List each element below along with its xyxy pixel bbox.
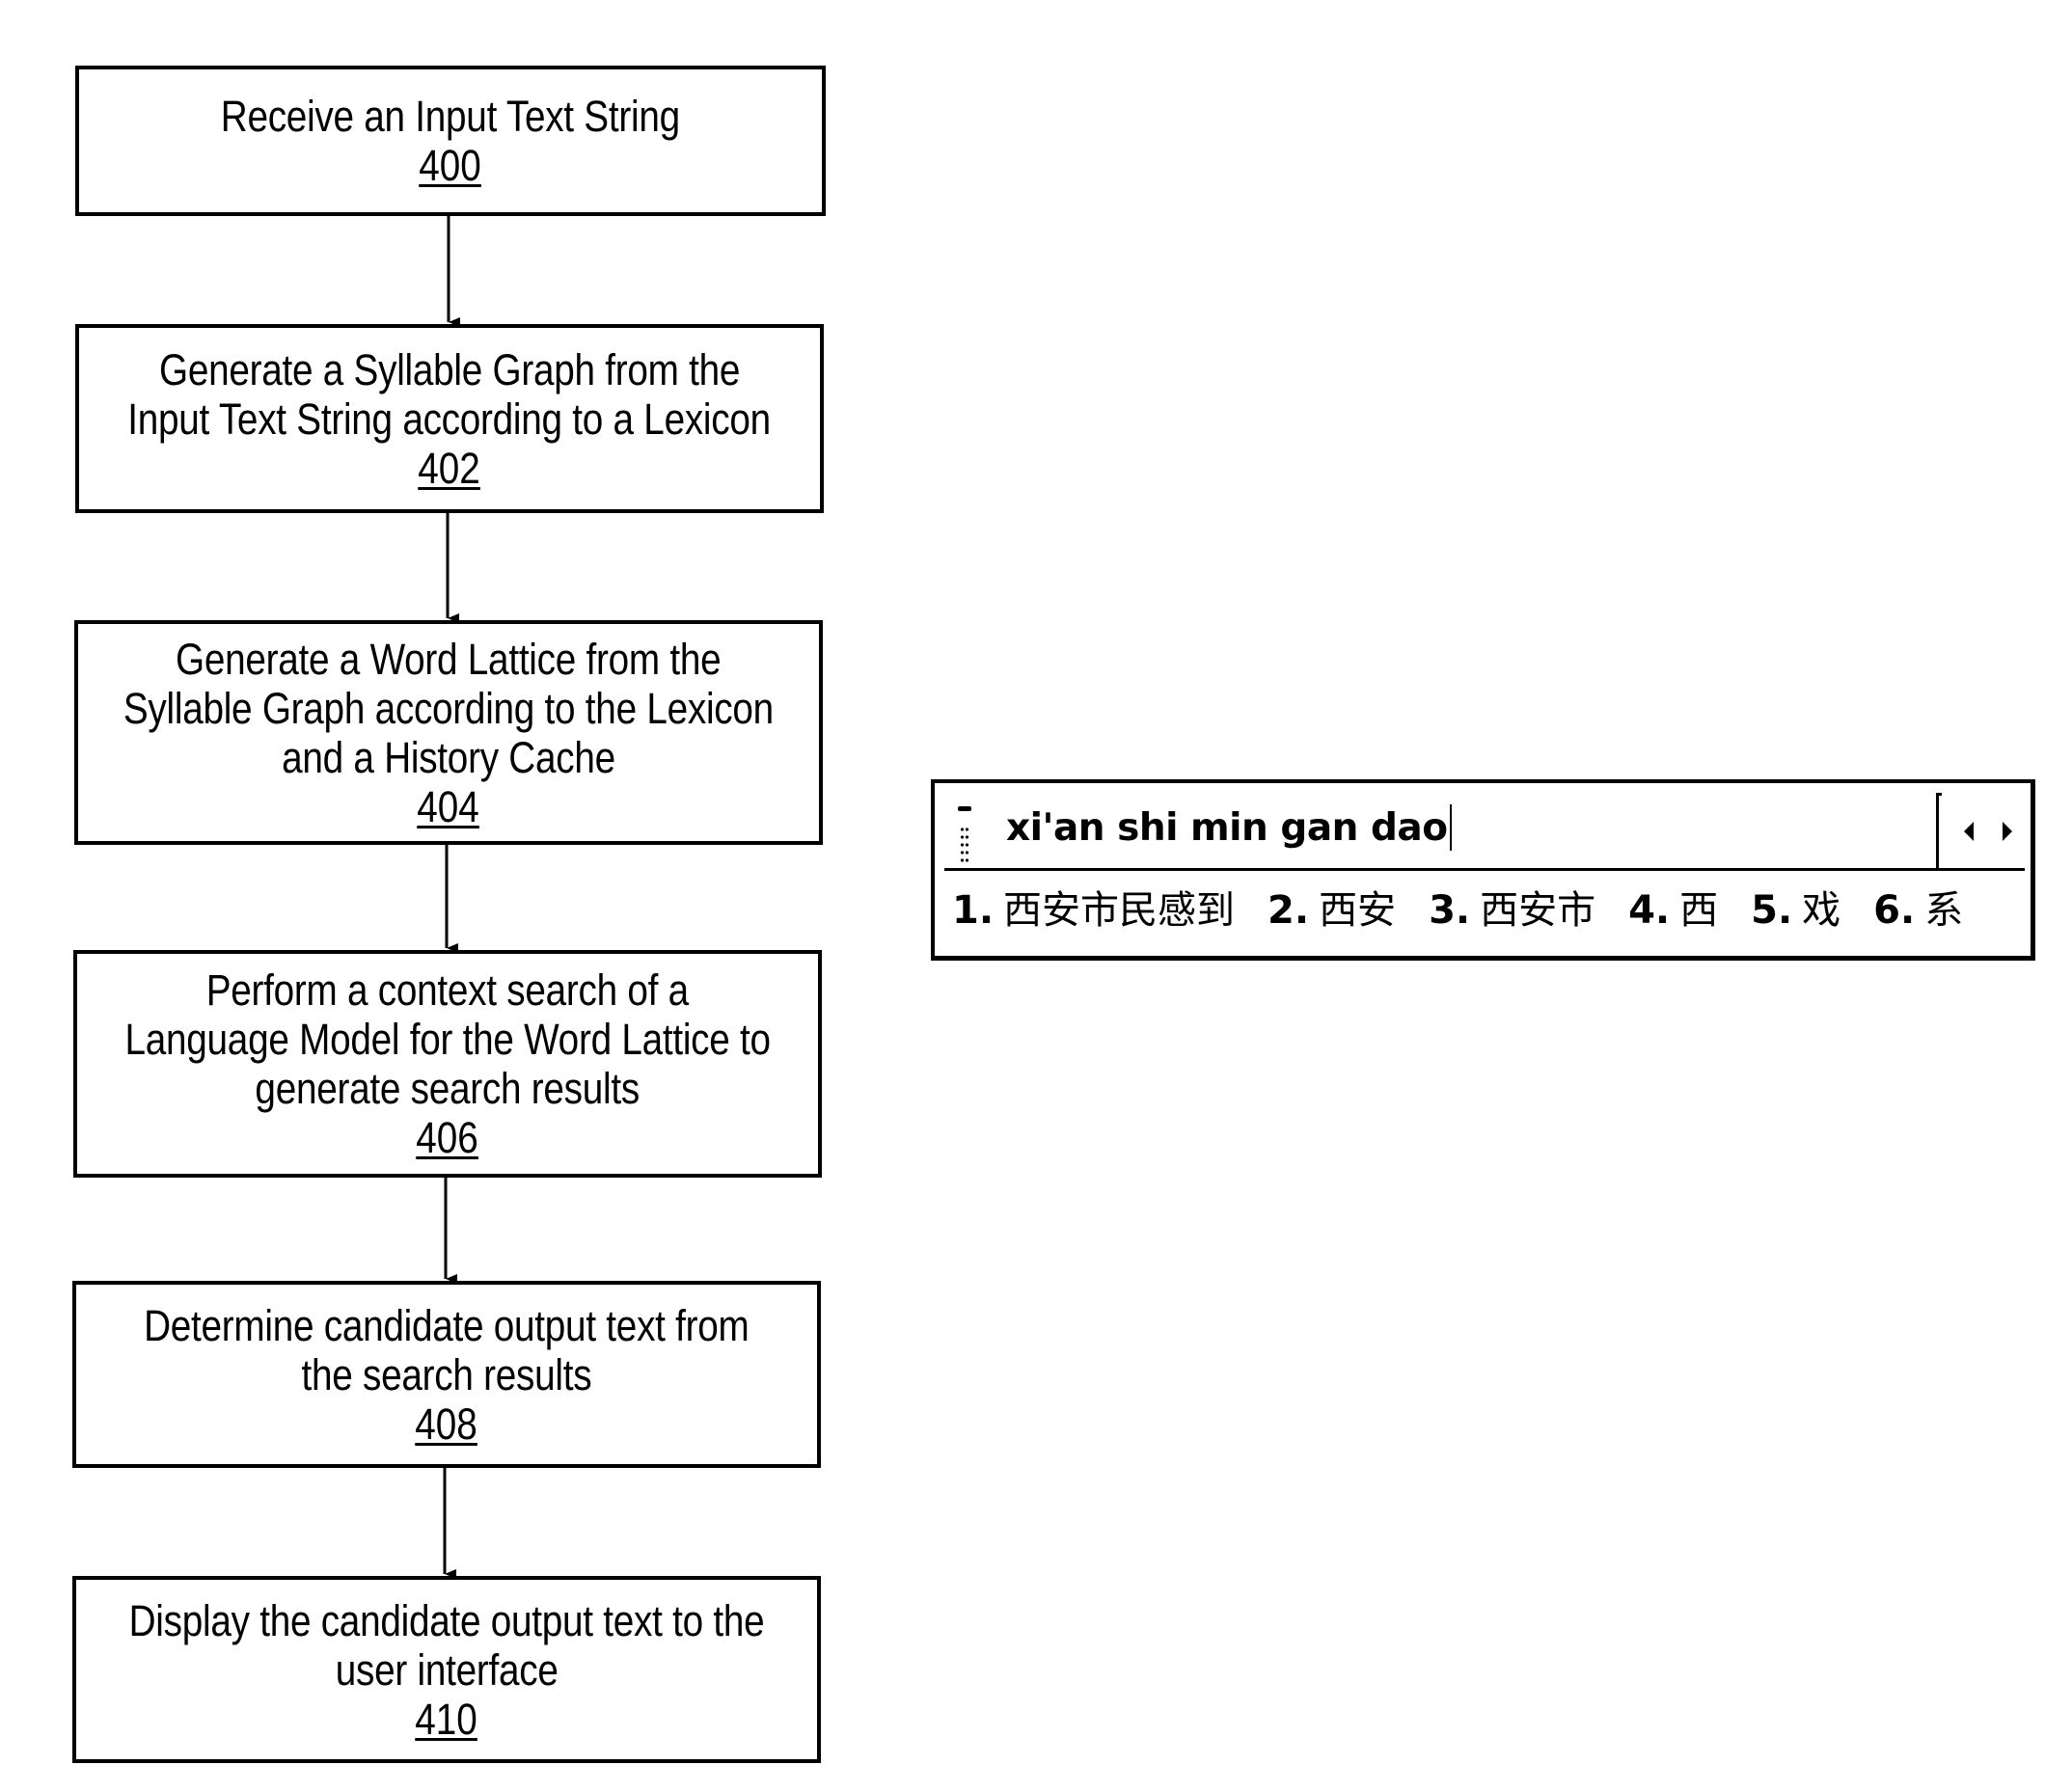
step-reference-number: 402 (418, 443, 481, 493)
step-label-line: Syllable Graph according to the Lexicon (123, 683, 775, 733)
triangle-right-icon[interactable] (2003, 822, 2012, 841)
triangle-left-icon[interactable] (1964, 822, 1974, 841)
step-label-line: the search results (301, 1349, 592, 1399)
candidate-text: 西安市 (1480, 888, 1596, 933)
candidate-number: 5. (1751, 888, 1793, 933)
step-label-line: Determine candidate output text from (144, 1300, 750, 1350)
divider (944, 868, 2025, 871)
step-label-line: Perform a context search of a (205, 965, 690, 1015)
candidate-number: 2. (1268, 888, 1310, 933)
candidate-item[interactable]: 2. 西安 (1268, 885, 1396, 936)
step-reference-number: 410 (415, 1694, 478, 1744)
step-box-410: Display the candidate output text to the… (72, 1576, 821, 1763)
candidate-text: 戏 (1802, 888, 1841, 933)
composition-input[interactable]: xi'an shi min gan dao (1006, 804, 1452, 853)
step-reference-number: 406 (416, 1113, 479, 1162)
candidate-item[interactable]: 1. 西安市民感到 (952, 885, 1235, 936)
step-label-line: Language Model for the Word Lattice to (124, 1015, 771, 1064)
drag-grip-icon[interactable] (958, 806, 971, 866)
grip-bar (958, 806, 971, 811)
candidate-item[interactable]: 6. 系 (1873, 885, 1963, 936)
step-box-402: Generate a Syllable Graph from the Input … (75, 324, 824, 513)
step-box-406: Perform a context search of a Language Mo… (73, 950, 822, 1178)
candidate-number: 4. (1628, 888, 1671, 933)
step-box-400: Receive an Input Text String 400 (75, 66, 826, 216)
step-box-404: Generate a Word Lattice from the Syllable… (74, 620, 823, 845)
step-reference-number: 404 (417, 781, 480, 831)
step-label-line: Generate a Syllable Graph from the (158, 344, 741, 394)
step-label-line: Receive an Input Text String (220, 92, 681, 141)
candidate-text: 系 (1924, 888, 1964, 933)
candidate-number: 3. (1429, 888, 1471, 933)
step-label-line: generate search results (255, 1064, 641, 1113)
step-reference-number: 400 (419, 141, 482, 190)
step-label-line: user interface (335, 1644, 559, 1695)
candidate-number: 1. (952, 888, 995, 933)
text-caret (1449, 804, 1452, 851)
step-reference-number: 408 (415, 1398, 478, 1449)
candidate-item[interactable]: 3. 西安市 (1429, 885, 1595, 936)
candidate-item[interactable]: 4. 西 (1628, 885, 1718, 936)
candidate-text: 西安市民感到 (1003, 888, 1236, 933)
candidate-list: 1. 西安市民感到 2. 西安 3. 西安市 4. 西 5. 戏 6. 系 (952, 885, 1996, 936)
candidate-item[interactable]: 5. 戏 (1751, 885, 1840, 936)
candidate-text: 西 (1679, 888, 1719, 933)
composition-row: xi'an shi min gan dao (935, 783, 2031, 872)
ime-candidate-window: xi'an shi min gan dao 1. 西安市民感到 2. 西安 3. 西安市 4… (931, 779, 2035, 961)
composition-text: xi'an shi min gan dao (1006, 806, 1448, 850)
candidate-number: 6. (1873, 888, 1916, 933)
step-label-line: Input Text String according to a Lexicon (127, 394, 772, 444)
step-label-line: and a History Cache (282, 732, 615, 782)
step-label-line: Generate a Word Lattice from the (176, 634, 722, 684)
step-label-line: Display the candidate output text to the (128, 1595, 765, 1645)
grip-dots (960, 826, 969, 864)
nav-separator (1936, 793, 1942, 870)
step-box-408: Determine candidate output text from the … (72, 1281, 821, 1468)
candidate-text: 西安 (1319, 888, 1397, 933)
